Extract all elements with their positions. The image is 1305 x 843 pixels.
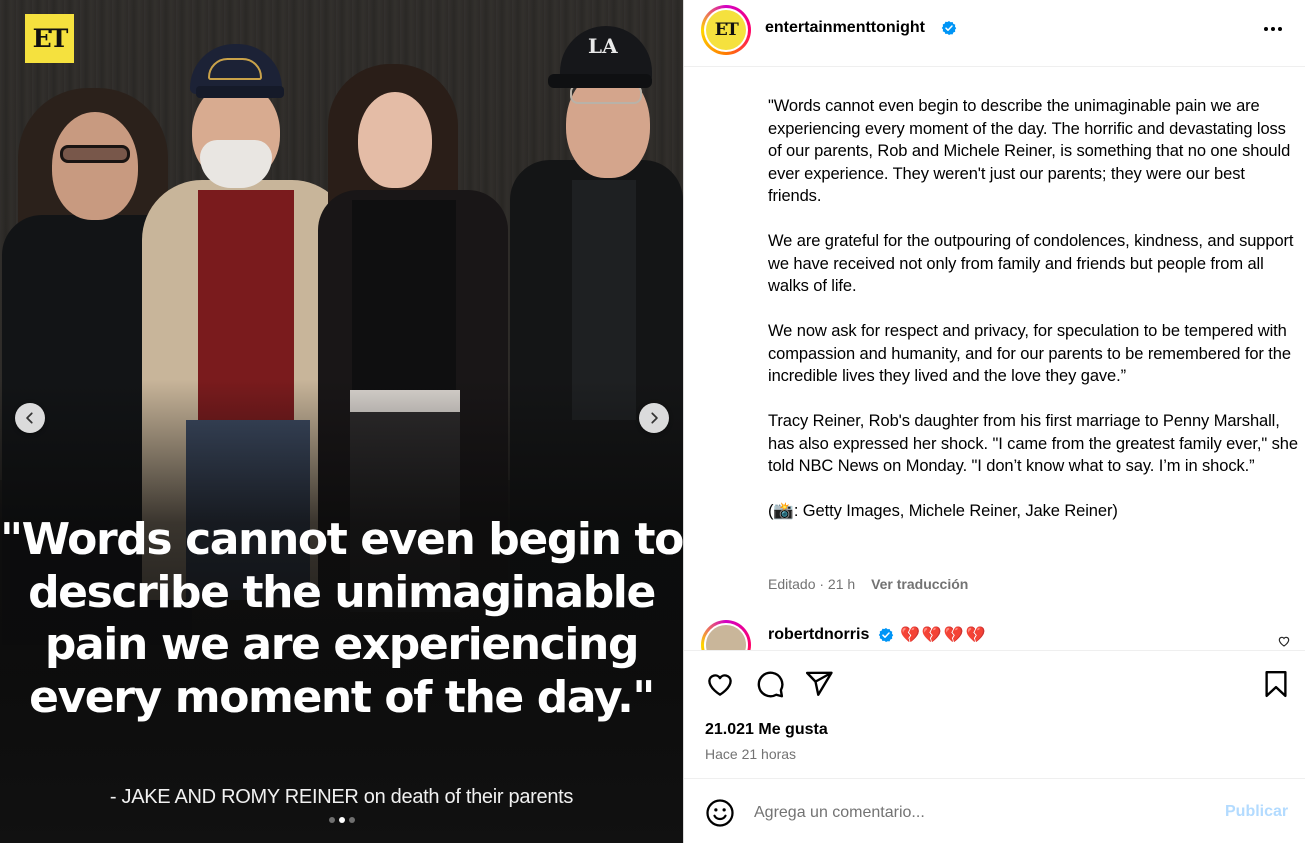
heart-icon — [708, 674, 732, 696]
overlay-attribution: - JAKE AND ROMY REINER on death of their… — [109, 786, 574, 808]
emoji-icon[interactable] — [705, 798, 735, 828]
commenter-username[interactable]: robertdnorris — [768, 626, 869, 644]
author-avatar[interactable]: ET — [701, 5, 751, 55]
save-button[interactable] — [1261, 669, 1291, 699]
comment-bubble-icon — [757, 671, 784, 698]
comment-input[interactable] — [754, 801, 1174, 825]
caption-paragraph: Tracy Reiner, Rob's daughter from his fi… — [768, 412, 1298, 475]
comment-item: robertdnorris 💔💔💔💔 — [684, 618, 1305, 650]
publish-button[interactable]: Publicar — [1225, 803, 1288, 821]
post-timestamp: Hace 21 horas — [705, 746, 797, 762]
caption-paragraph: We are grateful for the outpouring of co… — [768, 232, 1294, 295]
post-caption: "Words cannot even begin to describe the… — [768, 95, 1298, 545]
carousel-dot — [328, 817, 335, 823]
post-header: ET entertainmenttonight — [684, 0, 1305, 67]
carousel-prev-button[interactable] — [15, 403, 45, 433]
bookmark-icon — [1265, 670, 1287, 698]
post-actions: 21.021 Me gusta Hace 21 horas — [684, 650, 1305, 778]
post-media[interactable]: LA ET "Words cannot even begin to descri… — [0, 0, 683, 843]
carousel-dot-active — [338, 817, 345, 823]
comment-text: 💔💔💔💔 — [900, 625, 988, 644]
carousel-indicator — [0, 817, 683, 823]
comment-button[interactable] — [755, 669, 785, 699]
see-translation-link[interactable]: Ver traducción — [871, 576, 968, 592]
likes-count[interactable]: 21.021 Me gusta — [705, 721, 828, 739]
overlay-quote: "Words cannot even begin to describe the… — [0, 514, 683, 723]
paper-plane-icon — [805, 671, 833, 696]
author-username[interactable]: entertainmenttonight — [765, 19, 925, 37]
caption-meta: Editado · 21 h Ver traducción — [768, 576, 968, 592]
comment-like-heart-icon[interactable] — [1277, 634, 1291, 648]
edited-timestamp: Editado · 21 h — [768, 576, 856, 592]
verified-badge-icon — [878, 628, 894, 642]
like-button[interactable] — [705, 669, 735, 699]
chevron-right-icon — [651, 412, 658, 424]
caption-paragraph: We now ask for respect and privacy, for … — [768, 322, 1291, 385]
comment-composer: Publicar — [684, 778, 1305, 843]
chevron-left-icon — [26, 412, 33, 424]
carousel-dot — [348, 817, 355, 823]
more-options-button[interactable] — [1264, 22, 1286, 36]
caption-paragraph: "Words cannot even begin to describe the… — [768, 97, 1291, 205]
post-panel: ET entertainmenttonight "Words cannot ev… — [683, 0, 1305, 843]
carousel-next-button[interactable] — [639, 403, 669, 433]
verified-badge-icon — [941, 21, 957, 35]
et-brand-logo: ET — [25, 14, 74, 63]
share-button[interactable] — [804, 669, 834, 699]
caption-paragraph: (📸: Getty Images, Michele Reiner, Jake R… — [768, 502, 1118, 520]
